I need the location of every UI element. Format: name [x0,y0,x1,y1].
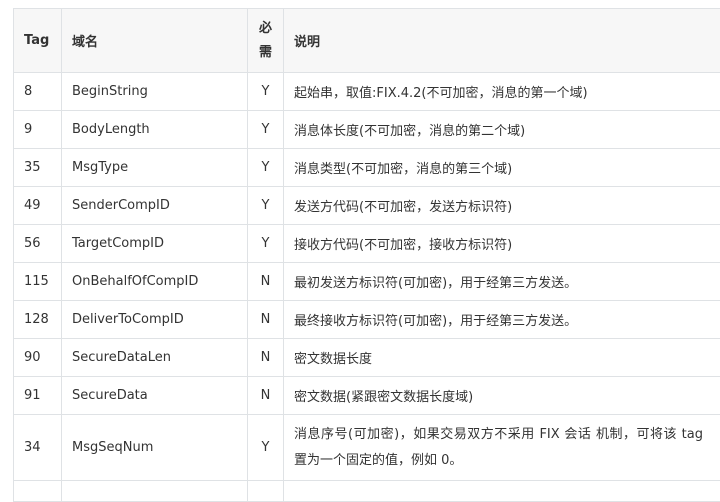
cell-field-name: MsgSeqNum [62,415,248,481]
header-row: Tag 域名 必需 说明 [14,9,720,73]
cell-required: Y [248,415,284,481]
cell-field-name: SenderCompID [62,187,248,225]
cell-tag: 8 [14,73,62,111]
table-row: 115 OnBehalfOfCompID N 最初发送方标识符(可加密)，用于经… [14,263,720,301]
header-field-name: 域名 [62,9,248,73]
cell-tag: 90 [14,339,62,377]
cell-field-name: SecureData [62,377,248,415]
cell-description: 消息序号(可加密)，如果交易双方不采用 FIX 会话 机制，可将该 tag 置为… [284,415,720,481]
table-row: 91 SecureData N 密文数据(紧跟密文数据长度域) [14,377,720,415]
cell-description: 接收方代码(不可加密，接收方标识符) [284,225,720,263]
table-body: 8 BeginString Y 起始串，取值:FIX.4.2(不可加密，消息的第… [14,73,720,502]
header-required-line1: 必 [259,21,272,36]
cell-description: 最初发送方标识符(可加密)，用于经第三方发送。 [284,263,720,301]
cell-empty [62,481,248,502]
cell-tag: 49 [14,187,62,225]
fix-header-table: Tag 域名 必需 说明 8 BeginString Y 起始串，取值:FIX.… [13,8,720,502]
cell-required: Y [248,73,284,111]
fix-header-table-container: Tag 域名 必需 说明 8 BeginString Y 起始串，取值:FIX.… [13,8,720,502]
cell-tag: 91 [14,377,62,415]
cell-tag: 34 [14,415,62,481]
header-required-line2: 需 [259,45,272,60]
cell-description: 最终接收方标识符(可加密)，用于经第三方发送。 [284,301,720,339]
cell-description: 发送方代码(不可加密，发送方标识符) [284,187,720,225]
cell-required: N [248,377,284,415]
table-row: 90 SecureDataLen N 密文数据长度 [14,339,720,377]
cell-description: 消息类型(不可加密，消息的第三个域) [284,149,720,187]
table-row: 49 SenderCompID Y 发送方代码(不可加密，发送方标识符) [14,187,720,225]
cell-tag: 56 [14,225,62,263]
cell-field-name: TargetCompID [62,225,248,263]
cell-tag: 115 [14,263,62,301]
table-row: 34 MsgSeqNum Y 消息序号(可加密)，如果交易双方不采用 FIX 会… [14,415,720,481]
cell-description: 消息体长度(不可加密，消息的第二个域) [284,111,720,149]
cell-empty [14,481,62,502]
cell-required: Y [248,187,284,225]
cell-field-name: SecureDataLen [62,339,248,377]
cell-required: N [248,301,284,339]
cell-required: Y [248,149,284,187]
cell-description: 密文数据长度 [284,339,720,377]
table-header: Tag 域名 必需 说明 [14,9,720,73]
cell-field-name: DeliverToCompID [62,301,248,339]
table-row: 9 BodyLength Y 消息体长度(不可加密，消息的第二个域) [14,111,720,149]
table-row: 8 BeginString Y 起始串，取值:FIX.4.2(不可加密，消息的第… [14,73,720,111]
cell-description: 密文数据(紧跟密文数据长度域) [284,377,720,415]
cell-empty [284,481,720,502]
cell-required: Y [248,225,284,263]
table-row: 56 TargetCompID Y 接收方代码(不可加密，接收方标识符) [14,225,720,263]
cell-field-name: OnBehalfOfCompID [62,263,248,301]
cell-tag: 9 [14,111,62,149]
table-row-partial [14,481,720,502]
cell-field-name: BodyLength [62,111,248,149]
cell-required: N [248,339,284,377]
cell-description: 起始串，取值:FIX.4.2(不可加密，消息的第一个域) [284,73,720,111]
cell-empty [248,481,284,502]
cell-field-name: BeginString [62,73,248,111]
cell-tag: 128 [14,301,62,339]
header-description: 说明 [284,9,720,73]
header-required: 必需 [248,9,284,73]
cell-required: Y [248,111,284,149]
cell-tag: 35 [14,149,62,187]
cell-field-name: MsgType [62,149,248,187]
table-row: 128 DeliverToCompID N 最终接收方标识符(可加密)，用于经第… [14,301,720,339]
cell-required: N [248,263,284,301]
table-row: 35 MsgType Y 消息类型(不可加密，消息的第三个域) [14,149,720,187]
header-tag: Tag [14,9,62,73]
